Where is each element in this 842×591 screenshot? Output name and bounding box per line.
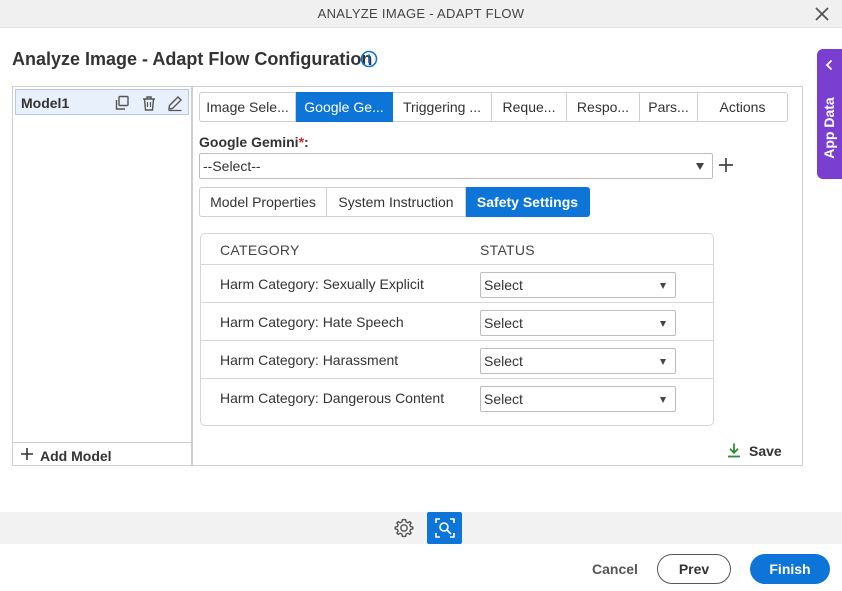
google-gemini-select[interactable]: --Select-- (199, 153, 713, 179)
category-column-header: CATEGORY (220, 242, 300, 258)
subtab-system-instruction[interactable]: System Instruction (327, 187, 466, 217)
add-model-label: Add Model (40, 448, 112, 464)
config-panel: Image Sele... Google Ge... Triggering ..… (192, 86, 803, 466)
cancel-button[interactable]: Cancel (585, 554, 645, 584)
finish-button[interactable]: Finish (750, 554, 830, 584)
status-select[interactable]: Select (480, 348, 676, 374)
delete-icon[interactable] (140, 94, 158, 112)
caret-down-icon (660, 397, 666, 403)
google-gemini-label: Google Gemini*: (199, 134, 309, 150)
status-select[interactable]: Select (480, 386, 676, 412)
subtab-model-properties[interactable]: Model Properties (199, 187, 327, 217)
status-select-value: Select (484, 353, 523, 369)
add-gemini-button[interactable] (718, 157, 734, 173)
status-select-value: Select (484, 391, 523, 407)
label-colon: : (304, 134, 309, 150)
subtab-safety-settings[interactable]: Safety Settings (466, 187, 590, 217)
add-model-button[interactable]: Add Model (13, 442, 191, 466)
category-cell: Harm Category: Dangerous Content (220, 390, 445, 406)
table-row: Harm Category: Hate Speech Select (201, 303, 713, 341)
tool-strip (0, 512, 842, 544)
category-cell: Harm Category: Harassment (220, 352, 399, 368)
model-list-item[interactable]: Model1 (15, 89, 189, 115)
window-title: ANALYZE IMAGE - ADAPT FLOW (317, 6, 525, 21)
category-cell: Harm Category: Sexually Explicit (220, 276, 424, 292)
close-icon[interactable] (812, 4, 832, 24)
sub-tab-bar: Model Properties System Instruction Safe… (199, 187, 590, 217)
status-select-value: Select (484, 315, 523, 331)
prev-button[interactable]: Prev (657, 554, 731, 584)
tab-google-gemini[interactable]: Google Ge... (296, 92, 393, 122)
status-column-header: STATUS (480, 242, 535, 258)
title-bar: ANALYZE IMAGE - ADAPT FLOW (0, 0, 842, 28)
download-icon (728, 443, 740, 458)
category-cell: Harm Category: Hate Speech (220, 314, 404, 330)
tab-request[interactable]: Reque... (492, 92, 567, 122)
tab-triggering[interactable]: Triggering ... (393, 92, 492, 122)
save-label: Save (749, 443, 782, 459)
copy-icon[interactable] (113, 94, 131, 112)
table-header: CATEGORY STATUS (201, 234, 713, 265)
app-data-tab[interactable]: App Data (817, 49, 842, 179)
status-select-value: Select (484, 277, 523, 293)
tab-actions[interactable]: Actions (698, 92, 788, 122)
app-data-label: App Data (821, 97, 837, 159)
plus-icon (21, 448, 33, 460)
model-list-panel: Model1 Add Model (12, 86, 192, 466)
table-row: Harm Category: Dangerous Content Select (201, 379, 713, 417)
status-select[interactable]: Select (480, 310, 676, 336)
table-row: Harm Category: Sexually Explicit Select (201, 265, 713, 303)
model-name: Model1 (21, 95, 70, 111)
tab-parse[interactable]: Pars... (640, 92, 698, 122)
tab-bar: Image Sele... Google Ge... Triggering ..… (199, 92, 788, 122)
chevron-left-icon (825, 59, 833, 71)
caret-down-icon (660, 359, 666, 365)
tab-image-selection[interactable]: Image Sele... (199, 92, 296, 122)
image-search-icon (435, 518, 455, 538)
gear-icon[interactable] (393, 517, 415, 539)
tab-response[interactable]: Respo... (567, 92, 640, 122)
caret-down-icon (660, 283, 666, 289)
caret-down-icon (660, 321, 666, 327)
info-icon[interactable] (360, 50, 378, 68)
caret-down-icon (696, 163, 704, 170)
image-analyze-button[interactable] (427, 512, 462, 544)
page-title: Analyze Image - Adapt Flow Configuration (12, 49, 373, 69)
status-select[interactable]: Select (480, 272, 676, 298)
safety-settings-table: CATEGORY STATUS Harm Category: Sexually … (200, 233, 714, 426)
google-gemini-select-value: --Select-- (203, 158, 261, 174)
edit-icon[interactable] (166, 94, 184, 112)
table-row: Harm Category: Harassment Select (201, 341, 713, 379)
google-gemini-label-text: Google Gemini (199, 134, 299, 150)
